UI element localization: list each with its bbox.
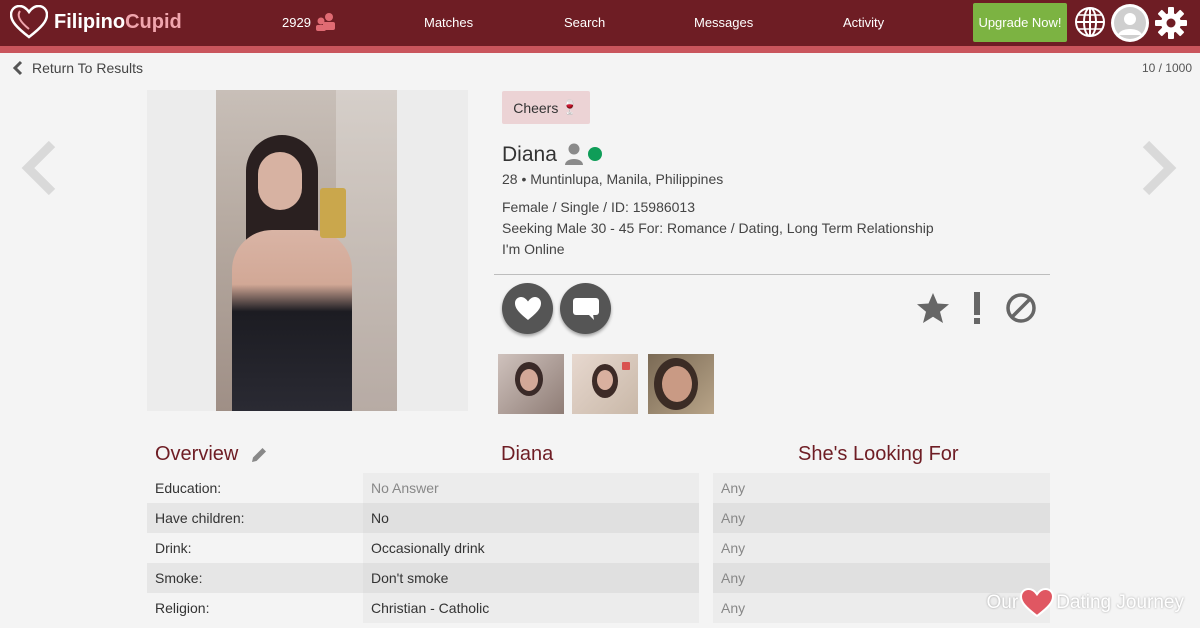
globe-language-icon[interactable] xyxy=(1073,5,1107,39)
heart-logo-icon xyxy=(10,5,48,39)
logo-text-filipino: Filipino xyxy=(54,10,126,33)
interest-count: 2929 xyxy=(282,14,311,30)
looking-for-value-cell: Any xyxy=(713,503,1050,533)
table-row: Education: xyxy=(147,473,363,503)
member-column-heading: Diana xyxy=(501,443,554,465)
table-row: Have children: xyxy=(147,503,363,533)
row-label: Have children: xyxy=(155,510,245,526)
result-pager: 10 / 1000 xyxy=(1141,61,1192,75)
cheers-button[interactable]: Cheers 🍷 xyxy=(502,91,590,124)
people-interest-icon xyxy=(315,13,335,31)
chevron-left-icon xyxy=(12,60,23,76)
seeking-info: Seeking Male 30 - 45 For: Romance / Dati… xyxy=(502,220,934,236)
online-status-dot xyxy=(588,147,602,161)
overview-heading-label: Overview xyxy=(155,443,239,465)
photo-thumbnail[interactable] xyxy=(648,354,714,414)
online-status-text: I'm Online xyxy=(502,241,565,257)
row-label: Religion: xyxy=(155,600,210,616)
looking-for-column-heading: She's Looking For xyxy=(798,443,959,465)
verified-person-icon xyxy=(565,143,583,165)
photo-thumbnail[interactable] xyxy=(498,354,564,414)
chat-bubble-icon xyxy=(572,297,599,320)
return-to-results-label: Return To Results xyxy=(32,60,144,76)
next-profile-arrow-icon[interactable] xyxy=(1138,138,1180,198)
previous-profile-arrow-icon[interactable] xyxy=(18,138,60,198)
pencil-edit-icon[interactable] xyxy=(250,446,268,464)
table-row: Drink: xyxy=(147,533,363,563)
watermark: Our Dating Journey xyxy=(987,588,1184,618)
table-row: Smoke: xyxy=(147,563,363,593)
heart-watermark-icon xyxy=(1020,588,1055,618)
looking-for-value-cell: Any xyxy=(713,533,1050,563)
interest-counter[interactable]: 2929 xyxy=(282,12,337,32)
nav-search[interactable]: Search xyxy=(564,15,605,30)
profile-name-icons xyxy=(564,142,602,166)
block-user-icon[interactable] xyxy=(1005,292,1037,324)
member-value-cell: Christian - Catholic xyxy=(363,593,699,623)
message-button[interactable] xyxy=(560,283,611,334)
gender-status-id: Female / Single / ID: 15986013 xyxy=(502,199,696,215)
profile-name: Diana xyxy=(502,143,557,166)
header-accent-stripe xyxy=(0,46,1200,53)
heart-icon xyxy=(514,296,541,320)
watermark-left-text: Our xyxy=(986,592,1019,613)
site-logo[interactable]: Filipino Cupid xyxy=(10,4,182,40)
info-divider xyxy=(494,274,1050,275)
member-value-cell: Occasionally drink xyxy=(363,533,699,563)
overview-heading: Overview xyxy=(155,443,268,466)
member-value-cell: Don't smoke xyxy=(363,563,699,593)
row-label: Smoke: xyxy=(155,570,203,586)
photo-blurred-image xyxy=(216,90,397,411)
cheers-label: Cheers xyxy=(513,99,559,116)
wine-glass-icon: 🍷 xyxy=(561,99,579,115)
age-location: 28 • Muntinlupa, Manila, Philippines xyxy=(502,171,724,187)
nav-activity[interactable]: Activity xyxy=(843,15,884,30)
member-value-cell: No xyxy=(363,503,699,533)
table-row: Religion: xyxy=(147,593,363,623)
logo-text-cupid: Cupid xyxy=(125,10,182,33)
member-value-cell: No Answer xyxy=(363,473,699,503)
main-profile-photo[interactable] xyxy=(147,90,468,411)
nav-matches[interactable]: Matches xyxy=(424,15,473,30)
like-button[interactable] xyxy=(502,283,553,334)
photo-thumbnail[interactable] xyxy=(572,354,638,414)
upgrade-now-button[interactable]: Upgrade Now! xyxy=(973,3,1067,42)
row-label: Education: xyxy=(155,480,222,496)
gear-settings-icon[interactable] xyxy=(1154,6,1188,40)
report-exclamation-icon[interactable] xyxy=(970,290,984,326)
looking-for-value-cell: Any xyxy=(713,473,1050,503)
star-favorite-icon[interactable] xyxy=(916,292,950,324)
return-to-results-link[interactable]: Return To Results xyxy=(12,60,143,76)
user-avatar-icon[interactable] xyxy=(1110,3,1150,43)
watermark-right-text: Dating Journey xyxy=(1056,592,1184,613)
nav-messages[interactable]: Messages xyxy=(694,15,753,30)
top-navigation-bar: Filipino Cupid 2929 Matches Search Messag… xyxy=(0,0,1200,46)
row-label: Drink: xyxy=(155,540,192,556)
